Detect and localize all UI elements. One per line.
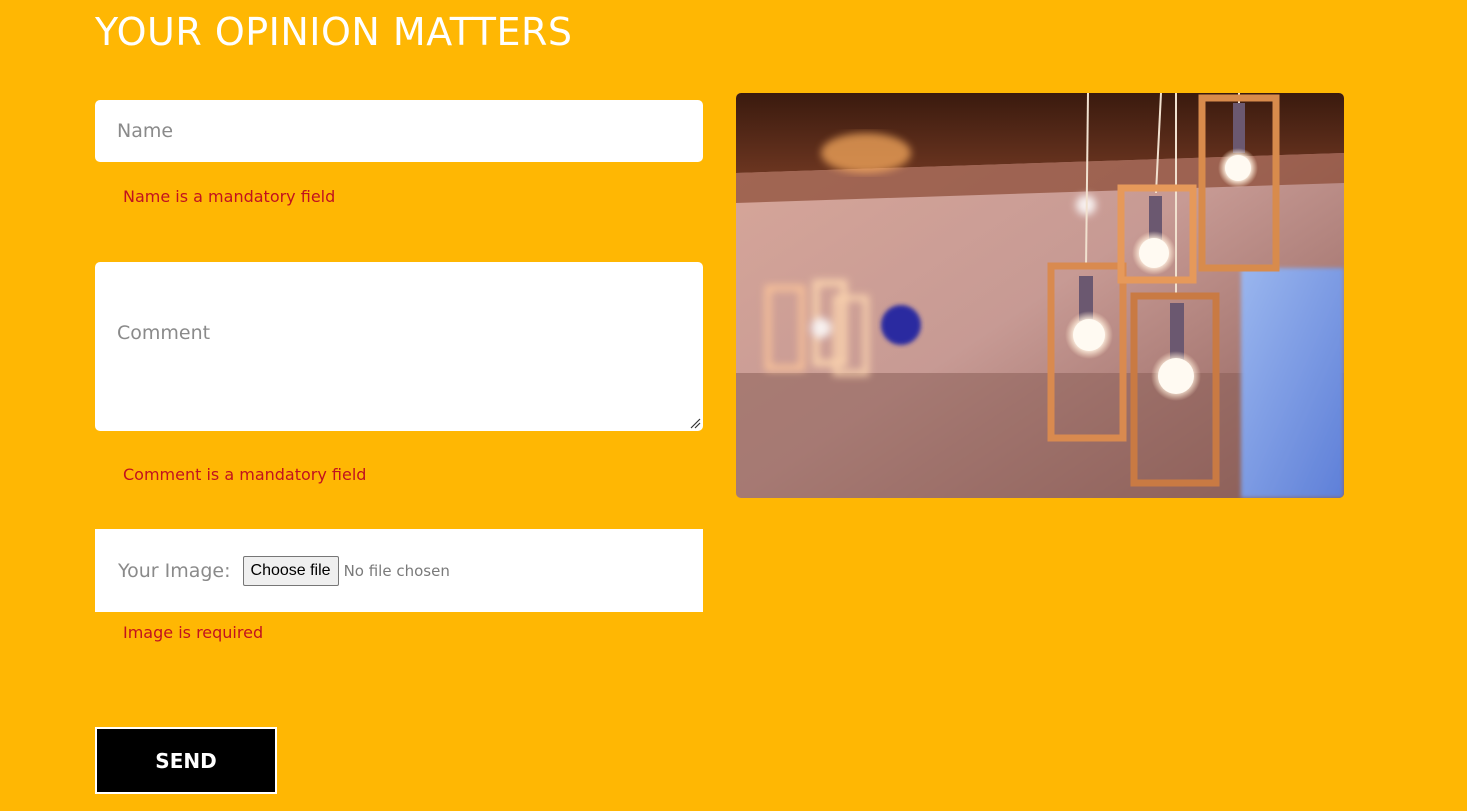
feedback-page: YOUR OPINION MATTERS Name is a mandatory… <box>0 0 1467 811</box>
choose-file-button[interactable]: Choose file <box>242 555 339 586</box>
comment-textarea[interactable] <box>95 262 703 431</box>
name-field-container <box>95 100 703 162</box>
image-error-message: Image is required <box>123 623 264 642</box>
send-button[interactable]: SEND <box>95 727 277 794</box>
comment-field-container <box>95 262 703 431</box>
comment-error-message: Comment is a mandatory field <box>123 465 367 484</box>
file-status-text: No file chosen <box>343 561 450 580</box>
name-error-message: Name is a mandatory field <box>123 187 336 206</box>
pendant-lamps-photo <box>736 93 1344 498</box>
image-upload-label: Your Image: <box>118 559 231 582</box>
lamps-image-illustration <box>736 93 1344 498</box>
resize-handle-icon[interactable] <box>689 417 701 429</box>
page-title: YOUR OPINION MATTERS <box>95 10 573 54</box>
image-upload-field: Your Image: Choose file No file chosen <box>95 529 703 612</box>
name-input[interactable] <box>95 100 703 162</box>
